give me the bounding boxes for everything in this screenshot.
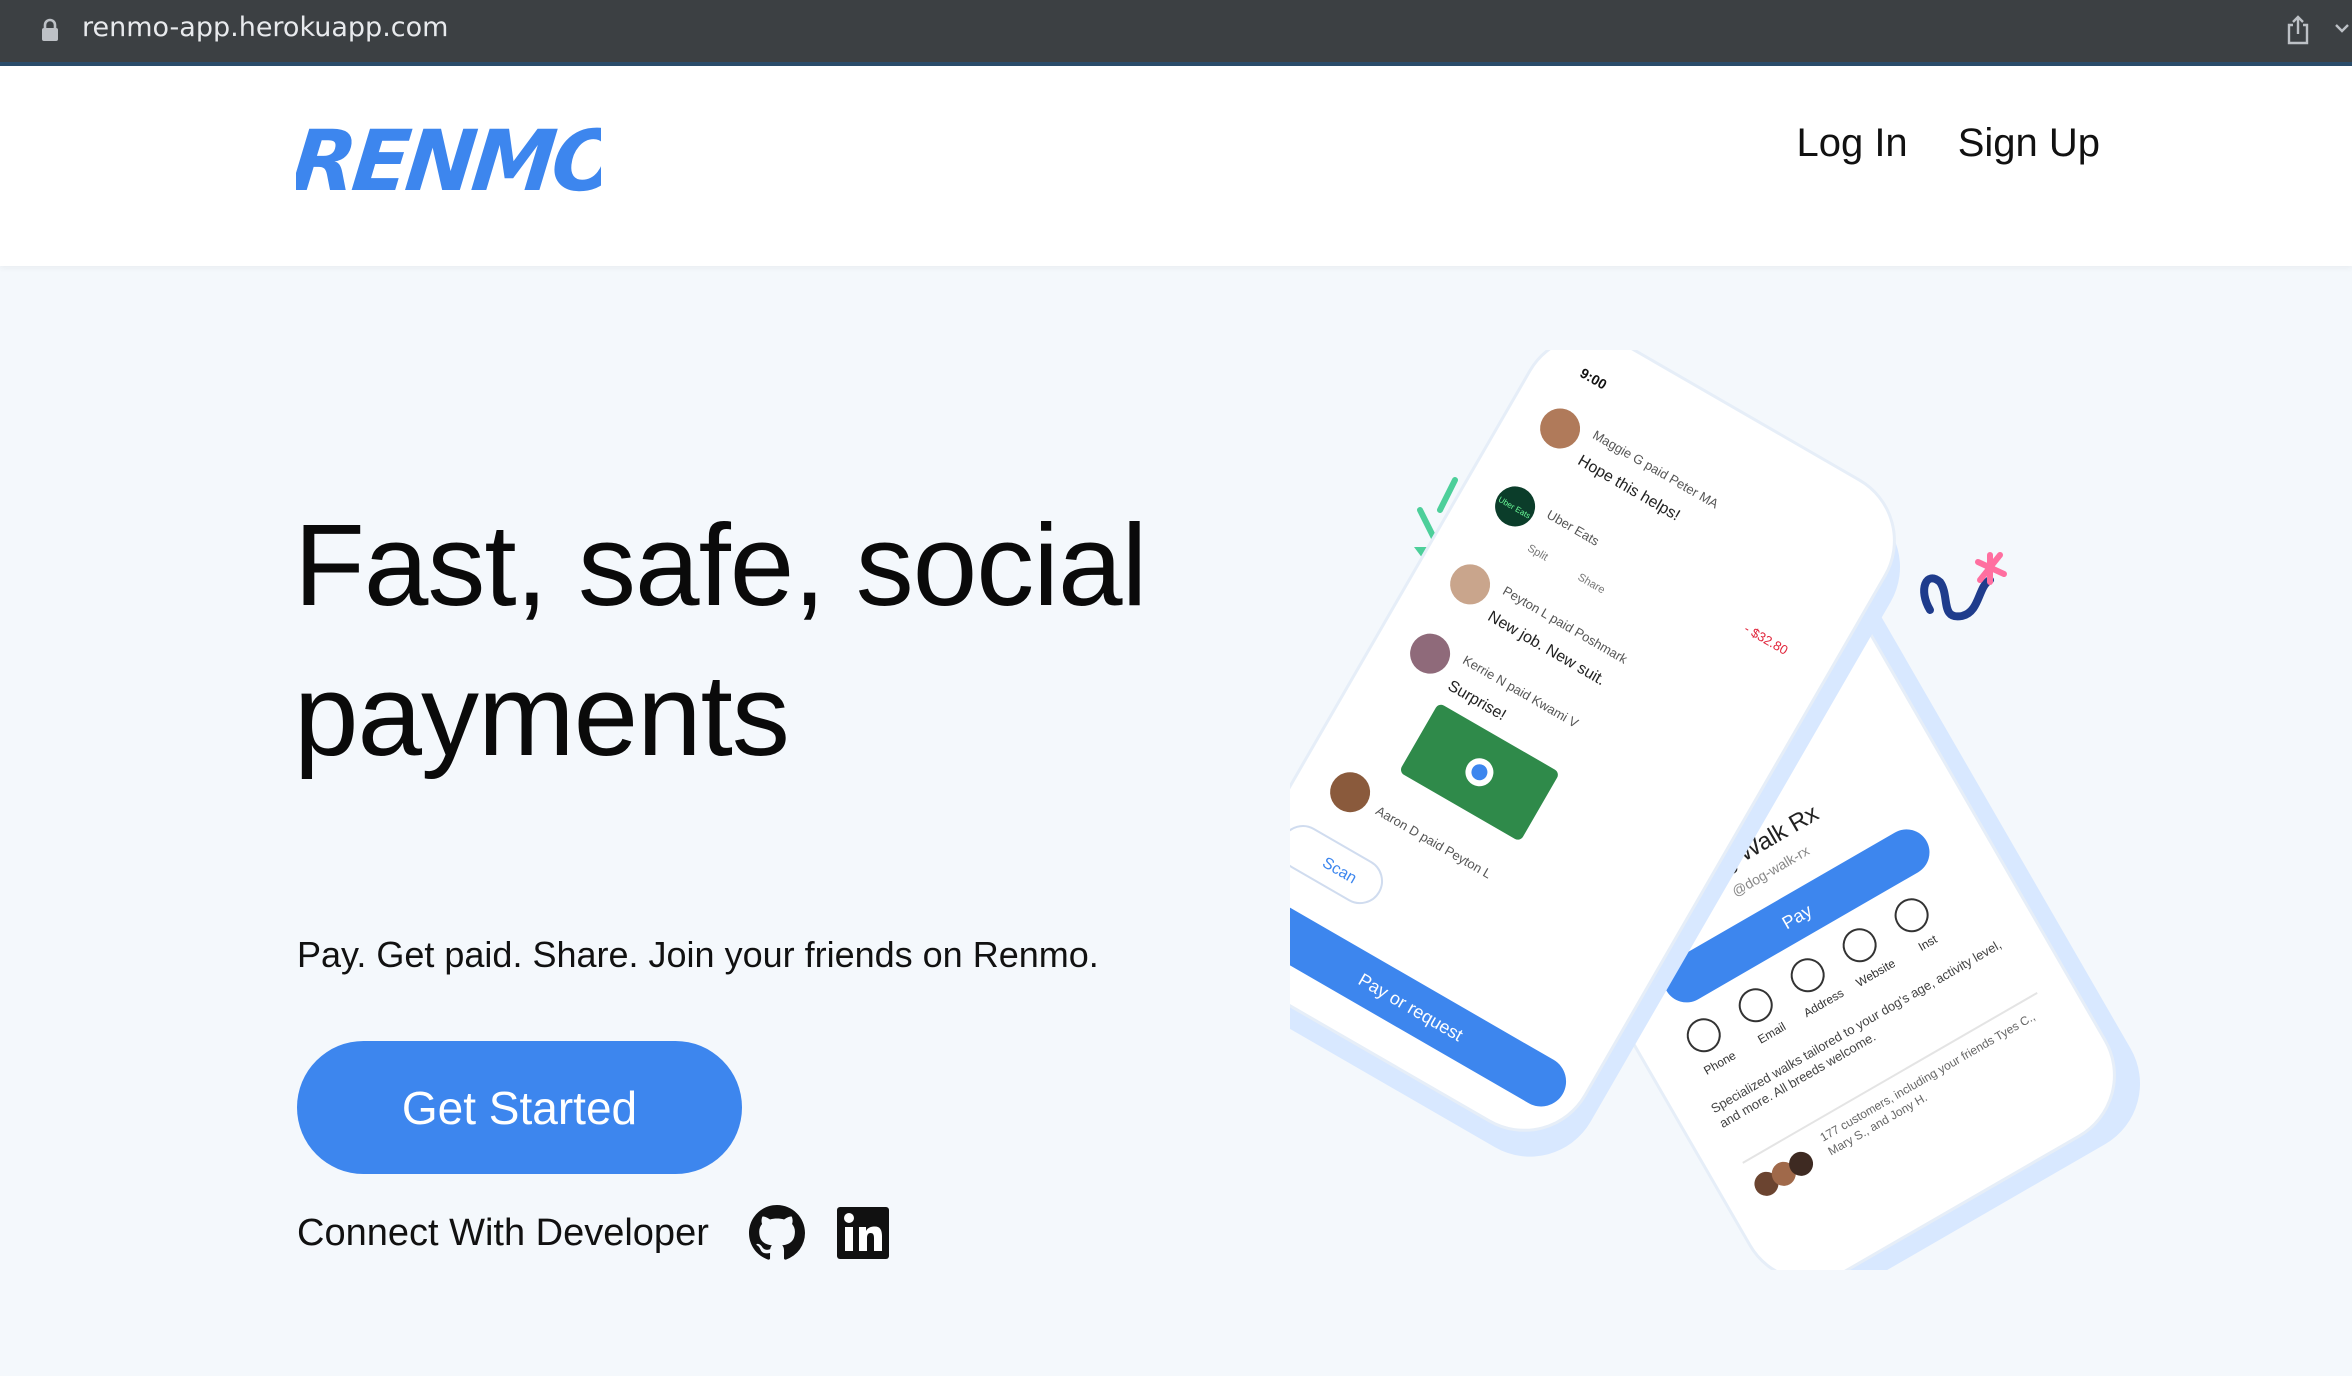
signup-link[interactable]: Sign Up	[1958, 118, 2100, 168]
blue-squiggle-icon	[1920, 574, 1994, 621]
get-started-button[interactable]: Get Started	[297, 1041, 742, 1174]
logo-text: RENMO	[296, 112, 601, 206]
hero-title: Fast, safe, social payments	[294, 490, 1194, 790]
url-text[interactable]: renmo-app.herokuapp.com	[82, 10, 448, 46]
share-icon[interactable]	[2284, 14, 2312, 46]
connect-with-developer: Connect With Developer	[297, 1205, 891, 1261]
chevron-down-icon[interactable]	[2334, 18, 2350, 38]
hero-title-line2: payments	[294, 650, 790, 780]
github-icon[interactable]	[748, 1205, 805, 1261]
login-link[interactable]: Log In	[1796, 118, 1907, 168]
site-navbar: RENMO Log In Sign Up	[0, 66, 2352, 266]
phones-illustration: Dog Walk Rx @dog-walk-rx Pay Phone Email…	[1290, 350, 2140, 1270]
hero-title-line1: Fast, safe, social	[294, 500, 1147, 630]
renmo-logo[interactable]: RENMO	[296, 106, 601, 206]
linkedin-icon[interactable]	[835, 1205, 891, 1261]
lock-icon	[42, 18, 58, 41]
pink-asterisk-icon	[1975, 552, 2007, 585]
nav-links: Log In Sign Up	[1796, 118, 2100, 168]
browser-address-bar: renmo-app.herokuapp.com	[0, 0, 2352, 66]
connect-label: Connect With Developer	[297, 1212, 709, 1254]
hero-subtitle: Pay. Get paid. Share. Join your friends …	[297, 934, 1099, 975]
